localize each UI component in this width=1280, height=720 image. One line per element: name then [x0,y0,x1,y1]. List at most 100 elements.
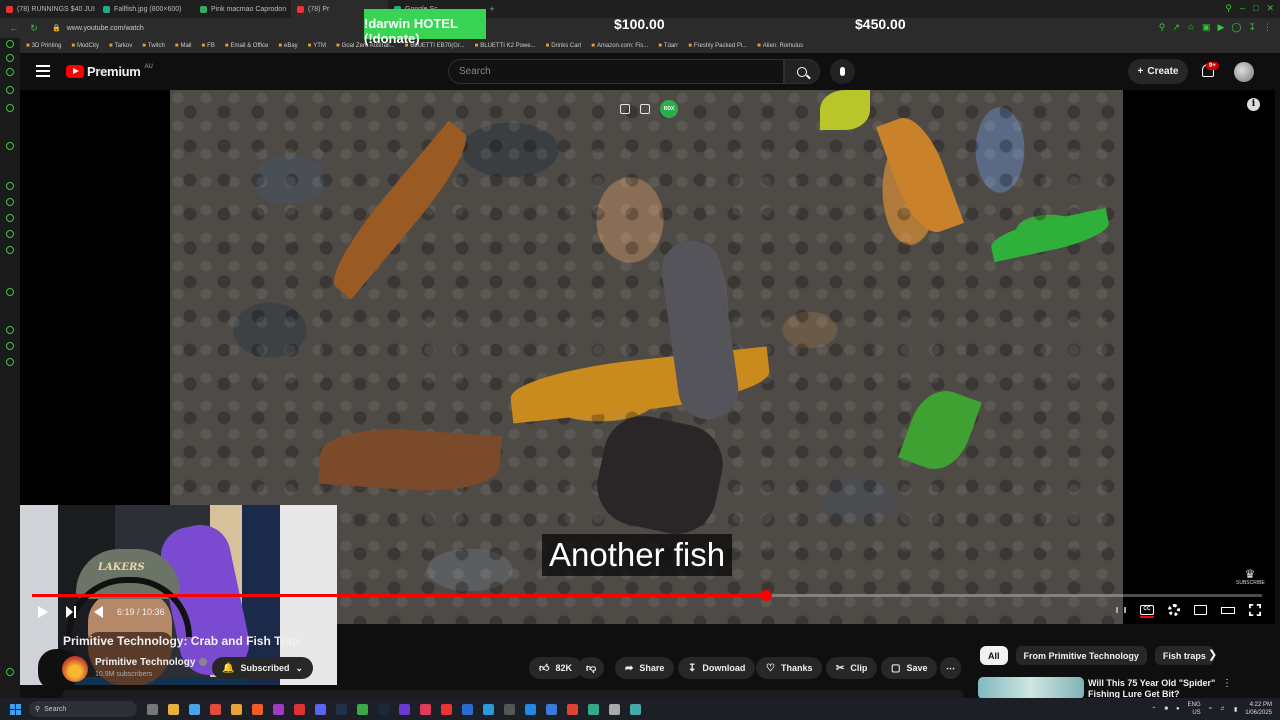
search-tabs-icon[interactable]: ⚲ [1225,3,1232,14]
back-icon[interactable]: ← [8,23,20,33]
settings-gear-icon[interactable] [1168,604,1180,616]
bookmark-item[interactable]: Tarkov [109,43,133,49]
bookmark-item[interactable]: Drinks Cart [546,43,581,49]
rail-app-icon[interactable] [6,40,14,48]
zoom-icon[interactable]: ⚲ [1159,22,1166,33]
rail-app-icon[interactable] [6,230,14,238]
miniplayer-icon[interactable] [1194,605,1207,615]
new-tab-icon[interactable]: + [485,4,499,14]
save-button[interactable]: ▢ Save [881,657,938,679]
rail-app-icon[interactable] [6,342,14,350]
create-button[interactable]: + Create [1128,59,1188,84]
bookmark-item[interactable]: 3D Printing [26,43,62,49]
rail-app-icon[interactable] [6,198,14,206]
task-view-icon[interactable] [147,703,158,715]
volume-icon[interactable] [94,606,103,618]
hamburger-menu-icon[interactable] [36,65,50,77]
fullscreen-icon[interactable] [1249,604,1261,616]
windows-start-icon[interactable] [10,703,21,715]
progress-bar[interactable] [32,590,1262,601]
taskbar-search[interactable]: ⚲ Search [29,701,137,717]
rail-app-icon[interactable] [6,214,14,222]
bookmark-item[interactable]: YTM [308,43,326,49]
autoplay-toggle-icon[interactable] [1116,607,1126,613]
search-button[interactable] [784,59,820,84]
bookmark-item[interactable]: FB [202,43,215,49]
app-icon[interactable] [294,703,305,715]
bookmark-item[interactable]: Amazon.com: Fis... [591,43,648,49]
menu-dots-icon[interactable]: ⋮ [1263,22,1272,33]
bookmark-item[interactable]: Alien: Romulus [757,43,803,49]
battery-icon[interactable]: ▮ [1234,706,1237,713]
search-input[interactable]: Search [448,59,784,84]
minimize-icon[interactable]: – [1240,3,1245,14]
rail-app-icon[interactable] [6,86,14,94]
clip-button[interactable]: ✂ Clip [826,657,878,679]
app-icon[interactable] [504,703,515,715]
youtube-app-icon[interactable] [441,703,452,715]
more-actions-button[interactable]: ⋯ [940,657,961,679]
language-indicator[interactable]: ENG US [1188,701,1201,717]
reload-icon[interactable]: ↻ [28,23,40,34]
app-icon[interactable] [462,703,473,715]
app-icon[interactable] [189,703,200,715]
account-avatar[interactable] [1234,62,1254,82]
file-explorer-icon[interactable] [168,703,179,715]
share-button[interactable]: ➦ Share [615,657,675,679]
download-button[interactable]: ↧ Download [678,657,756,679]
captions-icon[interactable]: CC [1140,605,1154,618]
bookmark-item[interactable]: Twitch [142,43,165,49]
rail-app-icon[interactable] [6,288,14,296]
extension-icon[interactable]: ◯ [1231,22,1241,33]
rail-app-icon[interactable] [6,54,14,62]
subscribe-watermark[interactable]: ♛ SUBSCRIBE [1236,568,1265,590]
dislike-button[interactable]: 👎︎ [578,657,605,679]
rail-app-icon[interactable] [6,68,14,76]
speaker-icon[interactable]: ♬ [1220,706,1226,712]
app-icon[interactable] [525,703,536,715]
play-icon[interactable] [38,606,48,618]
extension-badge-icon[interactable]: RDX [660,100,678,118]
rail-app-icon[interactable] [6,668,14,676]
recommended-title[interactable]: Will This 75 Year Old "Spider" Fishing L… [1088,678,1218,699]
recommended-thumbnail[interactable] [978,677,1084,699]
bookmark-item[interactable]: Tdarr [658,43,678,49]
thanks-button[interactable]: ♡ Thanks [756,657,823,679]
bookmark-item[interactable]: Freshly Packed Pi... [688,43,747,49]
like-button[interactable]: 👍︎ 82K [529,657,582,679]
chrome-icon[interactable] [210,703,221,715]
maximize-icon[interactable]: □ [1253,3,1258,14]
url-field[interactable]: 🔒 www.youtube.com/watch [52,24,144,33]
app-icon[interactable] [546,703,557,715]
share-page-icon[interactable]: ↗ [1172,22,1180,33]
chevron-right-icon[interactable]: ❯ [1208,648,1217,661]
close-icon[interactable]: ✕ [1266,3,1274,14]
download-icon[interactable]: ↧ [1248,22,1256,33]
expand-icon[interactable] [640,104,650,114]
app-icon[interactable] [630,703,641,715]
rail-app-icon[interactable] [6,104,14,112]
app-icon[interactable] [231,703,242,715]
chip-from-channel[interactable]: From Primitive Technology [1015,646,1147,665]
discord-icon[interactable] [315,703,326,715]
bookmark-item[interactable]: Email & Office [225,43,268,49]
steam-icon[interactable] [378,703,389,715]
chip-all[interactable]: All [980,646,1008,665]
rail-app-icon[interactable] [6,358,14,366]
app-icon[interactable] [567,703,578,715]
chip-fish-traps[interactable]: Fish traps [1154,646,1214,665]
bookmark-star-icon[interactable]: ☆ [1187,22,1195,33]
app-icon[interactable] [588,703,599,715]
wifi-icon[interactable]: ≈ [1209,706,1212,712]
app-icon[interactable] [273,703,284,715]
theater-mode-icon[interactable] [1221,606,1235,614]
popout-icon[interactable] [620,104,630,114]
voice-search-button[interactable] [830,59,855,84]
rail-app-icon[interactable] [6,246,14,254]
browser-tab-1[interactable]: Fallfish.jpg (800×600) [97,0,194,18]
firefox-icon[interactable] [252,703,263,715]
info-icon[interactable]: i [1247,98,1260,111]
tray-chevron-icon[interactable]: ⌃ [1151,706,1156,713]
youtube-premium-logo[interactable]: Premium AU [66,64,153,79]
settings-icon[interactable] [609,703,620,715]
